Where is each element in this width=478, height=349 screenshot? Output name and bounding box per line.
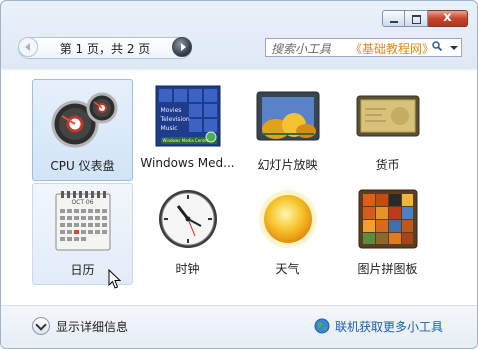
gadget-label: 货币 (375, 158, 400, 172)
watermark-text: 《基础教程网》 (350, 42, 435, 56)
gadget-weather[interactable]: 天气 (237, 183, 338, 285)
search-placeholder: 搜索小工具 (271, 42, 332, 56)
page-indicator: 第 1 页，共 2 页 (59, 42, 151, 56)
window-controls: x (382, 10, 468, 27)
windows-media-center-icon: Movies Television Music Windows Media Ce… (155, 85, 221, 147)
minimize-icon (390, 21, 398, 23)
media-tile-television: Television (160, 116, 190, 123)
arrow-right-icon (181, 43, 186, 51)
gadget-picture-puzzle[interactable]: 图片拼图板 (337, 183, 438, 285)
weather-sun-icon (258, 190, 317, 248)
search-icon[interactable] (432, 41, 442, 51)
arrow-left-icon (25, 43, 30, 51)
cpu-meter-icon (51, 92, 117, 148)
gadget-cpu-meter[interactable]: CPU 仪表盘 (32, 79, 133, 181)
chevron-down-icon (35, 319, 47, 331)
mouse-cursor-icon (108, 269, 121, 289)
gadget-label: CPU 仪表盘 (50, 159, 115, 173)
gadget-currency[interactable]: 货币 (337, 79, 438, 181)
currency-icon (356, 95, 419, 137)
media-tile-music: Music (160, 125, 178, 132)
maximize-icon (412, 15, 421, 24)
gadget-label: 幻灯片放映 (257, 158, 318, 172)
page-navigator: 第 1 页，共 2 页 (18, 37, 192, 59)
gadget-gallery-window: x 第 1 页，共 2 页 搜索小工具 《基础教程网》 CPU 仪表盘 Movi… (0, 0, 478, 349)
next-page-button[interactable] (172, 37, 192, 57)
gadget-label: 时钟 (175, 262, 200, 276)
search-gadgets-input[interactable]: 搜索小工具 《基础教程网》 (265, 38, 462, 57)
gadget-label: Windows Med... (140, 156, 235, 170)
gadget-label: 图片拼图板 (357, 262, 418, 276)
close-button[interactable]: x (428, 10, 468, 27)
globe-icon (314, 318, 330, 334)
get-more-gadgets-label: 联机获取更多小工具 (335, 319, 444, 334)
show-details-button[interactable] (32, 317, 50, 335)
media-center-badge: Windows Media Center (162, 138, 209, 143)
picture-puzzle-icon (358, 189, 417, 249)
gadget-clock[interactable]: 时钟 (137, 183, 238, 285)
media-tile-movies: Movies (160, 107, 182, 114)
details-bar: 显示详细信息 联机获取更多小工具 (1, 305, 477, 348)
close-icon: x (443, 10, 452, 25)
minimize-button[interactable] (382, 10, 405, 27)
clock-icon (158, 190, 217, 248)
calendar-icon: OCT 06 (55, 191, 111, 251)
maximize-button[interactable] (405, 10, 428, 27)
slideshow-icon (256, 91, 319, 141)
search-dropdown-icon[interactable] (450, 46, 458, 50)
calendar-month: OCT 06 (71, 199, 94, 206)
gadget-slideshow[interactable]: 幻灯片放映 (237, 79, 338, 181)
prev-page-button[interactable] (18, 37, 38, 57)
get-more-gadgets-link[interactable]: 联机获取更多小工具 (314, 316, 443, 336)
gadget-label: 天气 (275, 262, 300, 276)
show-details-label[interactable]: 显示详细信息 (56, 318, 128, 335)
gadget-windows-media-center[interactable]: Movies Television Music Windows Media Ce… (137, 79, 238, 181)
